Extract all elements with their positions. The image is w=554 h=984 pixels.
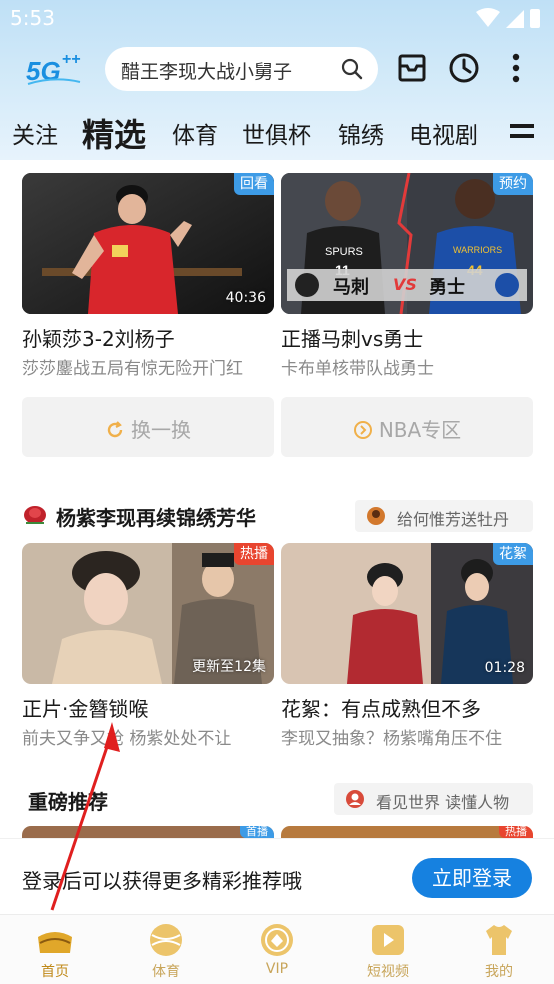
reserve-badge: 预约 <box>493 173 533 195</box>
video-thumbnail[interactable]: 热播 更新至12集 <box>22 543 274 684</box>
tab-club-world-cup[interactable]: 世俱杯 <box>242 116 311 150</box>
section-divider <box>0 758 554 768</box>
signal-icon <box>506 10 524 28</box>
clip-badge: 花絮 <box>493 543 533 565</box>
home-icon <box>38 932 72 953</box>
refresh-label: 换一换 <box>131 418 191 442</box>
poster-vs: VS <box>393 275 417 294</box>
profile-icon <box>486 925 512 955</box>
tab-sports[interactable]: 体育 <box>172 116 218 150</box>
nba-zone-button[interactable]: NBA专区 <box>281 397 533 457</box>
video-thumbnail[interactable]: 花絮 01:28 <box>281 543 533 684</box>
promo-chip-text: 看见世界 读懂人物 <box>376 793 510 812</box>
section-title[interactable]: 重磅推荐 <box>28 786 108 815</box>
nav-vip-label: VIP <box>265 961 289 977</box>
hot-badge: 热播 <box>499 826 533 838</box>
video-thumbnail[interactable]: 首播 <box>22 826 274 838</box>
svg-text:SPURS: SPURS <box>325 246 363 258</box>
nav-short-video-label: 短视频 <box>367 964 409 980</box>
login-button[interactable]: 立即登录 <box>412 858 532 898</box>
video-card[interactable]: 回看 40:36 孙颖莎3-2刘杨子 莎莎鏖战五局有惊无险开门红 <box>22 173 274 379</box>
nav-profile[interactable]: 我的 <box>449 919 549 981</box>
nav-home-label: 首页 <box>41 964 69 980</box>
card-subtitle: 李现又抽象？杨紫嘴角压不住 <box>281 729 502 749</box>
wifi-icon <box>476 8 500 27</box>
status-time: 5:53 <box>10 6 55 30</box>
battery-icon <box>530 9 540 28</box>
promo-chip[interactable]: 看见世界 读懂人物 <box>334 783 533 815</box>
vip-icon <box>261 924 293 956</box>
tabs-menu-icon[interactable] <box>510 120 534 142</box>
video-thumbnail[interactable]: SPURS 11 WARRIORS 44 马刺 VS 勇士 预约 <box>281 173 533 314</box>
nav-sports[interactable]: 体育 <box>116 919 216 981</box>
card-title[interactable]: 正片·金簪锁喉 <box>22 693 274 722</box>
poster-team-right: 勇士 <box>429 277 465 298</box>
video-thumbnail[interactable]: 热播 <box>281 826 533 838</box>
video-card[interactable]: 热播 更新至12集 正片·金簪锁喉 前夫又争又抢 杨紫处处不让 <box>22 543 274 749</box>
tab-featured[interactable]: 精选 <box>82 110 146 156</box>
search-box[interactable]: 醋王李现大战小舅子 <box>105 47 378 91</box>
promo-chip[interactable]: 给何惟芳送牡丹 <box>355 500 533 532</box>
poster-team-left: 马刺 <box>333 277 369 298</box>
avatar-icon <box>346 790 364 808</box>
video-card[interactable]: 花絮 01:28 花絮：有点成熟但不多 李现又抽象？杨紫嘴角压不住 <box>281 543 533 749</box>
channel-tabs: 关注 精选 体育 世俱杯 锦绣 电视剧 <box>0 110 554 154</box>
nav-sports-label: 体育 <box>152 964 180 980</box>
tab-jinxiu[interactable]: 锦绣 <box>338 116 384 150</box>
card-subtitle: 莎莎鏖战五局有惊无险开门红 <box>22 359 243 379</box>
promo-chip-text: 给何惟芳送牡丹 <box>397 510 510 529</box>
refresh-icon <box>107 421 123 438</box>
peony-icon <box>24 506 46 524</box>
tab-tv-series[interactable]: 电视剧 <box>409 116 478 150</box>
app-screen: 5:53 5G ++ 醋王李现大战小舅子 关注 精选 体育 世俱杯 锦绣 电视剧… <box>0 0 554 984</box>
inbox-icon[interactable] <box>396 51 428 85</box>
5g-logo: 5G ++ <box>26 51 81 86</box>
premiere-badge: 首播 <box>240 826 274 838</box>
nav-home[interactable]: 首页 <box>5 919 105 981</box>
arrow-circle-icon <box>353 421 372 439</box>
history-clock-icon[interactable] <box>448 51 480 85</box>
search-icon[interactable] <box>340 57 364 81</box>
status-icons <box>476 8 540 28</box>
card-subtitle: 卡布单核带队战勇士 <box>281 359 434 379</box>
more-vertical-icon[interactable] <box>502 51 530 85</box>
nav-short-video[interactable]: 短视频 <box>338 919 438 981</box>
sports-icon <box>150 924 182 956</box>
avatar-icon <box>367 507 385 525</box>
card-subtitle: 前夫又争又抢 杨紫处处不让 <box>22 729 232 749</box>
hot-badge: 热播 <box>234 543 274 565</box>
episode-update-label: 更新至12集 <box>192 659 266 675</box>
replay-badge: 回看 <box>234 173 274 195</box>
login-prompt-bar: 登录后可以获得更多精彩推荐哦 立即登录 <box>0 838 554 914</box>
svg-text:WARRIORS: WARRIORS <box>453 245 502 255</box>
search-placeholder: 醋王李现大战小舅子 <box>121 61 293 83</box>
section-divider <box>0 470 554 480</box>
login-prompt-text: 登录后可以获得更多精彩推荐哦 <box>22 869 302 893</box>
svg-text:++: ++ <box>62 51 81 68</box>
status-bar: 5:53 <box>0 0 554 36</box>
bottom-navigation: 首页 体育 VIP 短视频 我的 <box>0 914 554 984</box>
nav-profile-label: 我的 <box>485 964 513 980</box>
nba-zone-label: NBA专区 <box>378 418 462 442</box>
short-video-icon <box>372 925 404 955</box>
video-card[interactable]: SPURS 11 WARRIORS 44 马刺 VS 勇士 预约 正播马刺vs勇… <box>281 173 533 379</box>
section-title[interactable]: 杨紫李现再续锦绣芳华 <box>56 502 256 531</box>
card-title[interactable]: 正播马刺vs勇士 <box>281 323 533 352</box>
duration-label: 01:28 <box>484 660 525 676</box>
refresh-button[interactable]: 换一换 <box>22 397 274 457</box>
card-title[interactable]: 花絮：有点成熟但不多 <box>281 693 533 722</box>
nav-vip[interactable]: VIP <box>227 919 327 981</box>
tab-follow[interactable]: 关注 <box>12 116 58 150</box>
card-title[interactable]: 孙颖莎3-2刘杨子 <box>22 323 274 352</box>
duration-label: 40:36 <box>225 290 266 306</box>
video-thumbnail[interactable]: 回看 40:36 <box>22 173 274 314</box>
